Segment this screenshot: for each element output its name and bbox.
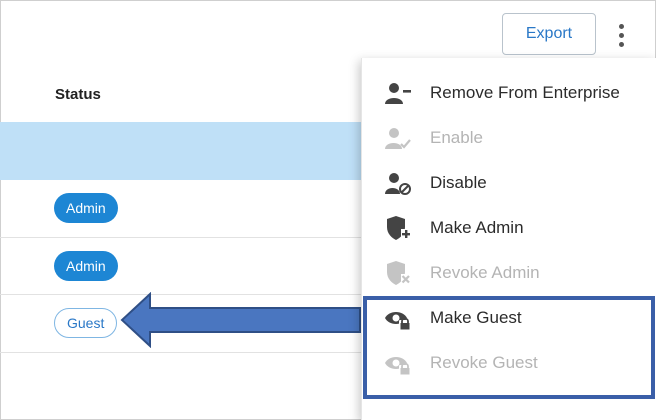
menu-item-disable[interactable]: Disable xyxy=(362,160,656,205)
annotation-arrow xyxy=(120,292,361,348)
menu-item-make-guest[interactable]: Make Guest xyxy=(362,295,656,340)
enable-user-icon xyxy=(385,127,411,149)
shield-plus-icon xyxy=(387,215,411,240)
table-row-header xyxy=(0,0,362,122)
menu-item-label: Remove From Enterprise xyxy=(430,82,620,102)
menu-item-remove-from-enterprise[interactable]: Remove From Enterprise xyxy=(362,70,656,115)
shield-x-icon xyxy=(387,260,411,285)
disable-user-icon xyxy=(385,172,411,195)
export-button[interactable]: Export xyxy=(502,13,596,55)
table-row[interactable] xyxy=(0,122,362,180)
table-row[interactable]: Admin xyxy=(0,180,362,238)
dot xyxy=(618,32,624,38)
menu-item-revoke-admin[interactable]: Revoke Admin xyxy=(362,250,656,295)
menu-item-enable[interactable]: Enable xyxy=(362,115,656,160)
menu-item-label: Revoke Admin xyxy=(430,262,540,282)
menu-item-label: Disable xyxy=(430,172,487,192)
status-badge-guest: Guest xyxy=(54,308,118,338)
table-row[interactable]: Admin xyxy=(0,238,362,295)
dot xyxy=(618,41,624,47)
more-options-icon[interactable] xyxy=(610,20,632,50)
remove-user-icon xyxy=(385,82,411,104)
menu-item-label: Enable xyxy=(430,127,483,147)
status-badge-admin: Admin xyxy=(54,251,118,281)
guest-lock-icon xyxy=(385,356,411,375)
menu-item-revoke-guest[interactable]: Revoke Guest xyxy=(362,340,656,385)
guest-lock-icon xyxy=(385,311,411,330)
menu-item-label: Make Guest xyxy=(430,307,522,327)
user-actions-menu: Remove From Enterprise Enable Disable Ma… xyxy=(361,58,656,420)
status-badge-admin: Admin xyxy=(54,193,118,223)
menu-item-label: Revoke Guest xyxy=(430,352,538,372)
menu-item-make-admin[interactable]: Make Admin xyxy=(362,205,656,250)
dot xyxy=(618,23,624,29)
menu-item-label: Make Admin xyxy=(430,217,524,237)
